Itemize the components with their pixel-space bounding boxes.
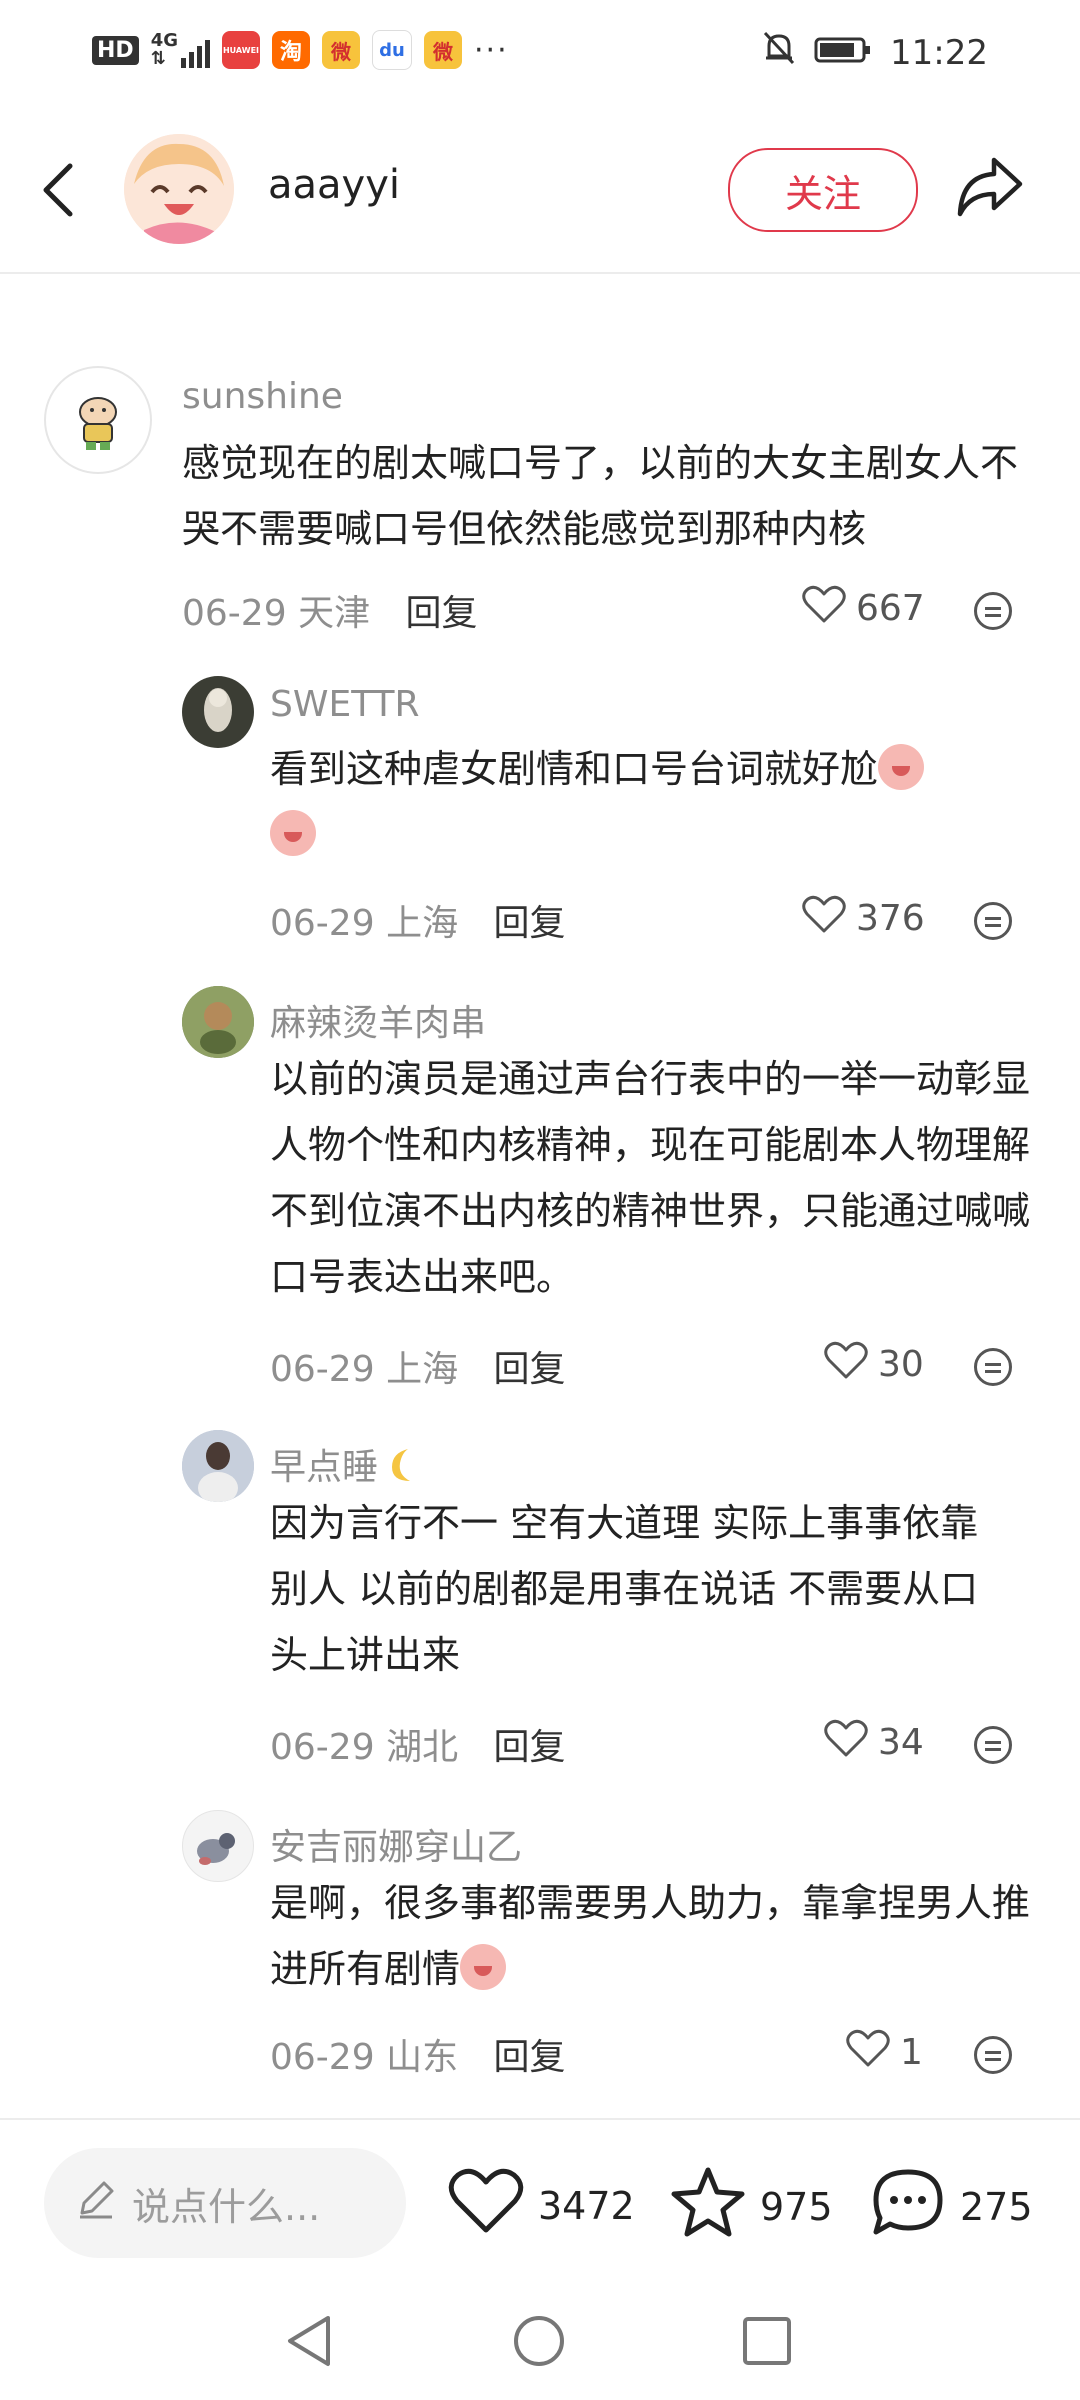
nav-home-icon[interactable]	[510, 2312, 568, 2374]
comment-meta: 06-29 上海 回复	[270, 894, 566, 946]
reply-button[interactable]: 回复	[494, 2037, 566, 2078]
comment-like-count: 376	[856, 898, 925, 939]
nav-recents-icon[interactable]	[740, 2312, 794, 2374]
cry-emoji-icon	[270, 810, 316, 856]
commenter-name[interactable]: 早点睡	[270, 1438, 422, 1494]
commenter-avatar[interactable]	[182, 1810, 254, 1882]
heart-icon	[846, 2028, 890, 2077]
comment-text: 因为言行不一 空有大道理 实际上事事依靠别人 以前的剧都是用事在说话 不需要从口…	[270, 1501, 979, 1677]
pencil-icon	[74, 2177, 118, 2230]
commenter-avatar[interactable]	[182, 676, 254, 748]
comment-location: 湖北	[386, 1727, 459, 1768]
clock: 11:22	[890, 32, 988, 73]
comment-input[interactable]: 说点什么...	[44, 2148, 406, 2258]
reply-button[interactable]: 回复	[494, 1349, 566, 1390]
reply-button[interactable]: 回复	[406, 593, 478, 634]
comment-meta: 06-29 天津 回复	[182, 584, 478, 636]
comment-location: 上海	[386, 903, 459, 944]
author-username[interactable]: aaayyi	[268, 162, 400, 208]
comment-more-icon[interactable]	[974, 902, 1012, 940]
comment-meta: 06-29 山东 回复	[270, 2028, 566, 2080]
commenter-name[interactable]: 安吉丽娜穿山乙	[270, 1818, 522, 1870]
system-nav-bar	[0, 2288, 1080, 2400]
comment-count: 275	[960, 2184, 1033, 2229]
comment-text: 是啊，很多事都需要男人助力，靠拿捏男人推进所有剧情	[270, 1881, 1031, 1991]
comment-text: 看到这种虐女剧情和口号台词就好尬	[270, 736, 1010, 868]
bottom-action-bar: 说点什么... 3472 975 275	[0, 2118, 1080, 2288]
status-bar: HD 4G ⇅ HUAWEI 淘 微 du 微 ··· 11:22	[0, 0, 1080, 104]
comment-date: 06-29	[270, 1349, 375, 1390]
heart-icon	[802, 894, 846, 943]
status-left: HD 4G ⇅ HUAWEI 淘 微 du 微 ···	[92, 30, 509, 70]
more-notifications-icon: ···	[474, 32, 509, 68]
taobao-icon: 淘	[272, 31, 310, 69]
favorite-button[interactable]: 975	[670, 2166, 833, 2247]
heart-icon	[448, 2166, 524, 2245]
comment-date: 06-29	[270, 2037, 375, 2078]
nav-back-icon[interactable]	[282, 2312, 336, 2374]
comment-like-button[interactable]: 30	[824, 1340, 924, 1389]
comment-more-icon[interactable]	[974, 1726, 1012, 1764]
star-icon	[670, 2166, 746, 2247]
weibo-icon: 微	[322, 31, 360, 69]
baidu-icon: du	[372, 30, 412, 70]
comment-like-count: 667	[856, 588, 925, 629]
commenter-avatar[interactable]	[182, 986, 254, 1058]
cry-emoji-icon	[460, 1944, 507, 1990]
comment-like-count: 30	[878, 1344, 924, 1385]
comment-like-count: 34	[878, 1722, 924, 1763]
commenter-avatar[interactable]	[182, 1430, 254, 1502]
hd-badge: HD	[92, 35, 139, 65]
comment-like-count: 1	[900, 2032, 923, 2073]
comment-text: 感觉现在的剧太喊口号了，以前的大女主剧女人不哭不需要喊口号但依然能感觉到那种内核	[182, 441, 1019, 551]
huawei-app-icon: HUAWEI	[222, 31, 260, 69]
follow-button[interactable]: 关注	[728, 148, 918, 232]
comment-like-button[interactable]: 1	[846, 2028, 923, 2077]
comment-date: 06-29	[182, 593, 287, 634]
comment-location: 天津	[298, 593, 371, 634]
comment-input-placeholder: 说点什么...	[132, 2184, 321, 2229]
battery-icon	[814, 33, 872, 73]
comment-more-icon[interactable]	[974, 1348, 1012, 1386]
favorite-count: 975	[760, 2184, 833, 2229]
heart-icon	[824, 1718, 868, 1767]
commenter-avatar[interactable]	[44, 366, 152, 474]
comment-location: 山东	[386, 2037, 459, 2078]
commenter-name[interactable]: 麻辣烫羊肉串	[270, 994, 486, 1046]
reply-button[interactable]: 回复	[494, 1727, 566, 1768]
share-icon[interactable]	[954, 154, 1026, 224]
heart-icon	[824, 1340, 868, 1389]
comment-like-button[interactable]: 667	[802, 584, 925, 633]
back-icon[interactable]	[38, 160, 78, 224]
comment-text: 以前的演员是通过声台行表中的一举一动彰显人物个性和内核精神，现在可能剧本人物理解…	[270, 1057, 1031, 1299]
reply-button[interactable]: 回复	[494, 903, 566, 944]
weibo-alt-icon: 微	[424, 31, 462, 69]
comment-meta: 06-29 上海 回复	[270, 1340, 566, 1392]
comments-button[interactable]: 275	[870, 2166, 1033, 2247]
comment-more-icon[interactable]	[974, 2036, 1012, 2074]
author-avatar[interactable]	[124, 134, 234, 244]
like-post-button[interactable]: 3472	[448, 2166, 635, 2245]
moon-icon	[382, 1445, 422, 1494]
like-count: 3472	[538, 2183, 635, 2228]
commenter-name[interactable]: SWETTR	[270, 684, 420, 725]
post-header: aaayyi 关注	[0, 104, 1080, 274]
comment-like-button[interactable]: 376	[802, 894, 925, 943]
commenter-name[interactable]: sunshine	[182, 376, 343, 417]
comment-meta: 06-29 湖北 回复	[270, 1718, 566, 1770]
signal-icon: 4G ⇅	[151, 32, 210, 68]
comment-more-icon[interactable]	[974, 592, 1012, 630]
chat-bubble-icon	[870, 2166, 946, 2247]
status-right: 11:22	[762, 30, 988, 75]
comment-date: 06-29	[270, 903, 375, 944]
heart-icon	[802, 584, 846, 633]
mute-bell-icon	[762, 30, 796, 75]
comment-location: 上海	[386, 1349, 459, 1390]
comment-date: 06-29	[270, 1727, 375, 1768]
cry-emoji-icon	[878, 744, 925, 790]
comment-like-button[interactable]: 34	[824, 1718, 924, 1767]
